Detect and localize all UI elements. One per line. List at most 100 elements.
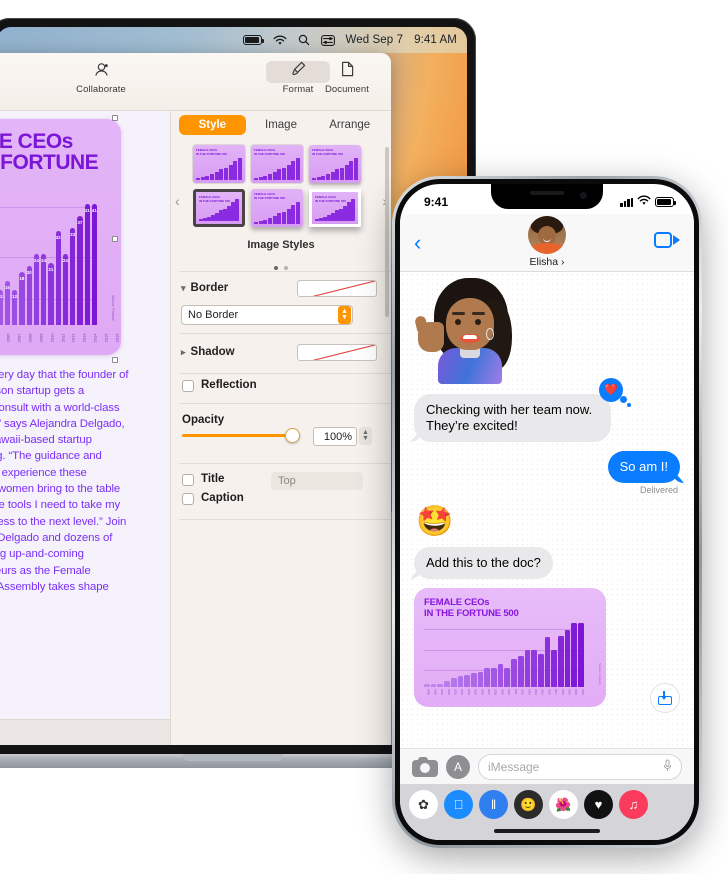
chart-bar: 41: [91, 204, 97, 325]
document-button[interactable]: Document: [315, 61, 379, 95]
chart-bar: [517, 656, 524, 687]
image-style-option[interactable]: FEMALE CEOs IN THE FORTUNE 500: [193, 145, 245, 183]
contact-header[interactable]: Elisha ›: [528, 216, 566, 268]
tapback-heart-icon[interactable]: ❤️: [598, 378, 631, 407]
camera-icon[interactable]: [412, 756, 438, 777]
app-store-icon[interactable]: A: [446, 754, 470, 779]
chart-x-tick: 2003: [460, 689, 464, 695]
imessage-input[interactable]: iMessage: [478, 753, 682, 780]
home-indicator[interactable]: [494, 829, 600, 833]
app-store-app[interactable]: : [444, 790, 473, 819]
collaborate-button[interactable]: Collaborate: [69, 61, 133, 95]
download-button[interactable]: [650, 683, 680, 713]
opacity-slider-knob[interactable]: [285, 428, 300, 443]
tab-image[interactable]: Image: [248, 115, 315, 135]
tab-style[interactable]: Style: [179, 115, 246, 135]
message-row-sent[interactable]: So am I!: [400, 451, 694, 483]
document-label: Document: [324, 84, 370, 95]
chart-attachment-x-axis: 1998 1999 2000 2001 2002 2003 2004 2005 2006 2007…: [424, 689, 584, 699]
message-bubble[interactable]: Checking with her team now. They’re exci…: [414, 378, 631, 442]
message-row-received[interactable]: Add this to the doc?: [400, 547, 694, 579]
menubar-time[interactable]: 9:41 AM: [414, 34, 457, 46]
chart-bar: 21: [48, 263, 54, 325]
image-style-option[interactable]: FEMALE CEOs IN THE FORTUNE 500: [309, 145, 361, 183]
chart-bar: 12: [12, 289, 18, 325]
image-style-option[interactable]: FEMALE CEOs IN THE FORTUNE 500: [251, 145, 303, 183]
chart-attachment-title: FEMALE CEOs IN THE FORTUNE 500: [424, 597, 519, 619]
collaborate-label: Collaborate: [76, 84, 126, 95]
memoji-app[interactable]: 🙂: [514, 790, 543, 819]
chart-attachment-message[interactable]: FEMALE CEOs IN THE FORTUNE 500 1998 1999 20…: [414, 588, 606, 707]
shadow-section-header[interactable]: ▸ Shadow: [181, 346, 235, 358]
message-row-received[interactable]: Checking with her team now. They’re exci…: [400, 378, 694, 442]
chart-bar: [450, 677, 457, 687]
opacity-slider-track[interactable]: [182, 434, 300, 437]
image-style-option[interactable]: FEMALE CEOs IN THE FORTUNE 500: [309, 189, 361, 227]
delivery-status: Delivered: [639, 485, 678, 495]
chart-x-tick: 2012: [520, 689, 524, 695]
border-section-header[interactable]: ▾ Border: [181, 282, 228, 294]
message-text: Checking with her team now. They’re exci…: [426, 402, 593, 433]
caption-checkbox[interactable]: [182, 493, 194, 505]
reflection-checkbox[interactable]: [182, 380, 194, 392]
stickers-app[interactable]: 🌺: [549, 790, 578, 819]
document-body-text[interactable]: “It’s not every day that the founder of …: [0, 367, 129, 611]
message-thread[interactable]: Checking with her team now. They’re exci…: [400, 272, 694, 748]
wifi-icon[interactable]: [273, 35, 287, 46]
back-chevron-icon[interactable]: ‹: [414, 230, 421, 256]
title-checkbox[interactable]: [182, 474, 194, 486]
battery-icon[interactable]: [242, 35, 264, 45]
document-chart-image[interactable]: FEMALE CEOs IN THE FORTUNE 500 121215121…: [0, 119, 121, 355]
iphone-notch: [491, 184, 603, 209]
mac-menubar: Wed Sep 7 9:41 AM: [0, 27, 467, 53]
control-center-icon[interactable]: [320, 34, 335, 46]
chart-x-tick: 2021: [580, 689, 584, 695]
title-position-select[interactable]: Top: [271, 472, 363, 490]
shadow-color-swatch[interactable]: [297, 344, 377, 361]
photos-app[interactable]: ✿: [409, 790, 438, 819]
mac-base-notch: [183, 754, 283, 761]
selection-handle[interactable]: [112, 357, 118, 363]
search-icon[interactable]: [298, 34, 310, 46]
image-style-option-selected[interactable]: FEMALE CEOs IN THE FORTUNE 500: [193, 189, 245, 227]
status-icons: [620, 195, 676, 209]
microphone-icon[interactable]: [663, 759, 672, 775]
chart-x-tick: 2000: [440, 689, 444, 695]
contact-avatar[interactable]: [528, 216, 566, 254]
message-bubble[interactable]: So am I!: [607, 451, 680, 483]
inspector-scrollbar[interactable]: [385, 147, 389, 317]
chart-bar: 33: [70, 227, 76, 325]
chart-x-tick: 2009: [500, 689, 504, 695]
document-page: FEMALE CEOs IN THE FORTUNE 500 121215121…: [0, 111, 170, 719]
styles-prev-arrow[interactable]: ‹: [175, 193, 180, 209]
front-camera-icon: [580, 192, 587, 199]
chart-bar: [504, 668, 511, 687]
border-color-swatch[interactable]: [297, 280, 377, 297]
emoji-message[interactable]: 🤩: [416, 505, 694, 539]
memoji-thumbs-up-sticker[interactable]: [413, 276, 524, 384]
border-style-stepper[interactable]: ▲ ▼: [338, 306, 351, 324]
digital-touch-app[interactable]: ♥: [584, 790, 613, 819]
divider: [179, 271, 391, 272]
facetime-video-icon[interactable]: [654, 232, 680, 248]
chevron-right-icon: ▸: [181, 346, 186, 357]
chart-bar: 37: [77, 215, 83, 325]
tab-arrange[interactable]: Arrange: [316, 115, 383, 135]
document-canvas[interactable]: FEMALE CEOs IN THE FORTUNE 500 121215121…: [0, 111, 170, 745]
styles-page-dots[interactable]: [171, 257, 391, 275]
selection-handle[interactable]: [112, 115, 118, 121]
opacity-value-field[interactable]: 100%: [313, 427, 357, 446]
pages-body: FEMALE CEOs IN THE FORTUNE 500 121215121…: [0, 111, 391, 745]
audio-app[interactable]: ‖: [479, 790, 508, 819]
selection-handle[interactable]: [112, 236, 118, 242]
chart-x-tick: 2016: [114, 333, 120, 343]
menubar-date[interactable]: Wed Sep 7: [346, 34, 404, 46]
border-style-select[interactable]: No Border: [181, 305, 353, 325]
image-style-option[interactable]: FEMALE CEOs IN THE FORTUNE 500: [251, 189, 303, 227]
chart-attachment-source: Source: Fortune: [598, 663, 602, 685]
chart-bar: [537, 654, 544, 687]
opacity-stepper[interactable]: ▲ ▼: [359, 427, 372, 445]
music-app[interactable]: ♫: [619, 790, 648, 819]
message-bubble[interactable]: Add this to the doc?: [414, 547, 553, 579]
document-icon: [315, 61, 379, 83]
